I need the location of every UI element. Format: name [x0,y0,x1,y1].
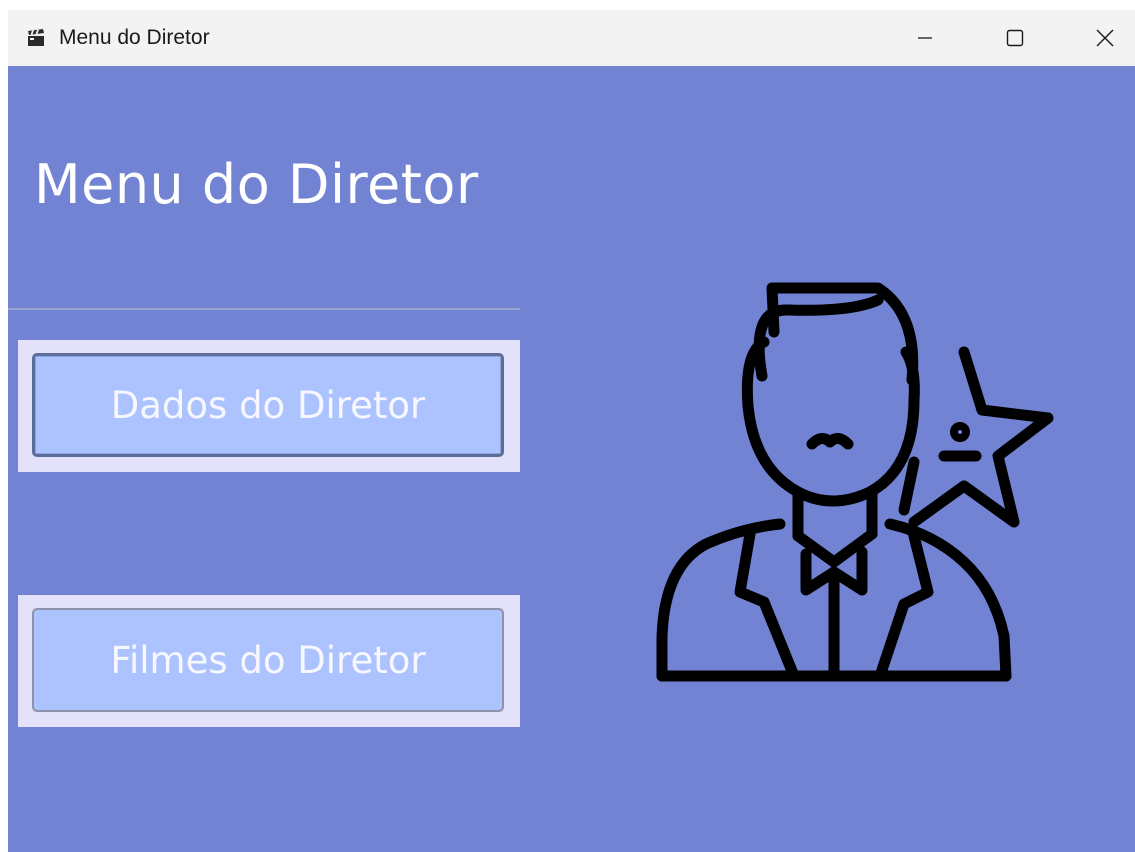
dados-do-diretor-button[interactable]: Dados do Diretor [32,353,504,457]
filmes-do-diretor-button[interactable]: Filmes do Diretor [32,608,504,712]
minimize-button[interactable] [880,10,970,66]
divider [8,308,520,310]
director-star-icon [646,272,1066,684]
maximize-icon [1006,29,1024,47]
minimize-icon [918,37,932,39]
title-bar[interactable]: Menu do Diretor [8,10,1135,66]
button-frame-dados: Dados do Diretor [18,340,520,472]
page-title: Menu do Diretor [34,153,479,216]
app-window: Menu do Diretor Menu do Diretor Dados do… [8,10,1135,852]
clapperboard-icon [26,28,46,48]
maximize-button[interactable] [970,10,1060,66]
close-button[interactable] [1060,10,1135,66]
button-frame-filmes: Filmes do Diretor [18,595,520,727]
window-title: Menu do Diretor [59,26,210,49]
close-icon [1096,29,1114,47]
